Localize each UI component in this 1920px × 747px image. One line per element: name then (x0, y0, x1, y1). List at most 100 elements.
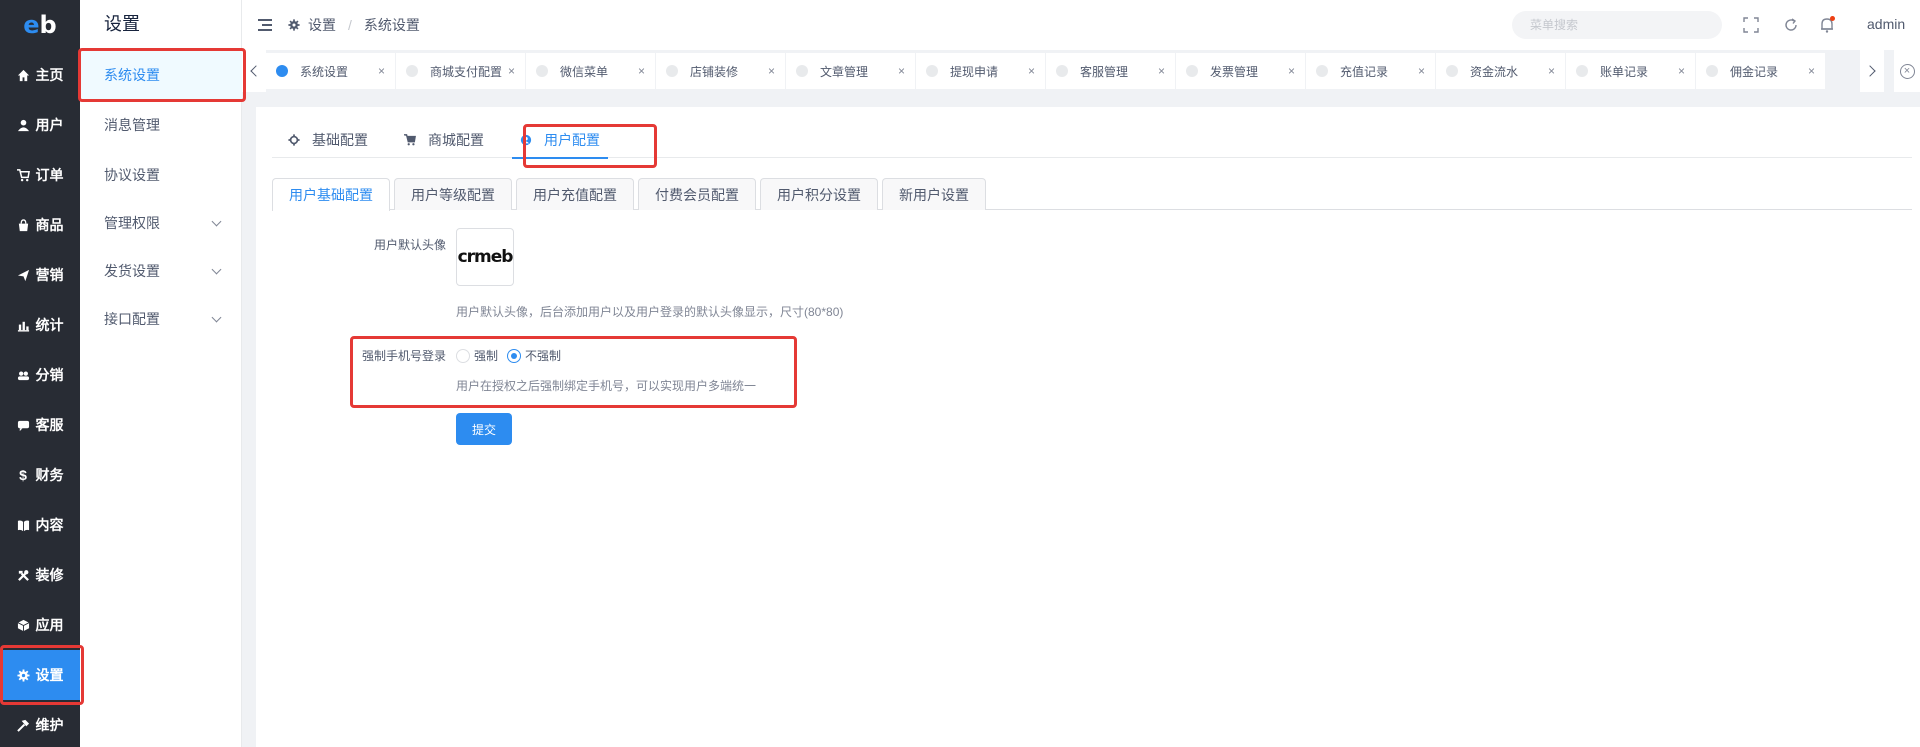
submenu-title: 设置 (104, 14, 140, 34)
gear-icon (288, 134, 300, 146)
tab-invoices[interactable]: 发票管理 × (1176, 53, 1306, 89)
nav-item-maintain[interactable]: 维护 (0, 700, 80, 747)
radio-not-force[interactable]: 不强制 (507, 347, 561, 364)
tab-status-dot (1316, 65, 1328, 77)
logo[interactable]: eb (0, 0, 80, 50)
people-icon (17, 371, 29, 380)
nav-item-goods[interactable]: 商品 (0, 200, 80, 250)
tab-user-config[interactable]: 用户配置 (504, 122, 616, 159)
tab-withdraw[interactable]: 提现申请 × (916, 53, 1046, 89)
subtab-user-basic[interactable]: 用户基础配置 (272, 178, 390, 211)
tab-label: 商城配置 (428, 132, 484, 148)
tab-service-admin[interactable]: 客服管理 × (1046, 53, 1176, 89)
app-root: eb 主页 用户 订单 商品 营销 统计 分销 客服 $ 财务 内容 装修 应用… (0, 0, 1920, 747)
close-icon[interactable]: × (1678, 64, 1685, 78)
cart-icon (16, 168, 30, 181)
nav-item-content[interactable]: 内容 (0, 500, 80, 550)
close-icon[interactable]: × (1548, 64, 1555, 78)
top-header: 设置 / 系统设置 菜单搜索 admin (242, 0, 1920, 50)
submenu-item-permissions[interactable]: 管理权限 (80, 199, 242, 247)
close-icon[interactable]: × (1158, 64, 1165, 78)
open-tabs: 系统设置 × 商城支付配置 × 微信菜单 × 店铺装修 × 文章管理 × 提现申请 × 客服… (266, 53, 1826, 89)
nav-item-distribution[interactable]: 分销 (0, 350, 80, 400)
menu-fold-icon[interactable] (258, 19, 272, 31)
tab-wechat-menu[interactable]: 微信菜单 × (526, 53, 656, 89)
submit-button[interactable]: 提交 (456, 413, 512, 445)
close-icon[interactable]: × (378, 64, 385, 78)
tab-label: 佣金记录 (1730, 64, 1779, 79)
nav-item-home[interactable]: 主页 (0, 50, 80, 100)
close-icon[interactable]: × (1418, 64, 1425, 78)
tabs-next-button[interactable] (1860, 50, 1884, 92)
nav-item-marketing[interactable]: 营销 (0, 250, 80, 300)
close-icon[interactable]: × (1808, 64, 1815, 78)
tab-bills[interactable]: 账单记录 × (1566, 53, 1696, 89)
close-icon[interactable]: × (1288, 64, 1295, 78)
nav-item-user[interactable]: 用户 (0, 100, 80, 150)
submenu-item-label: 发货设置 (104, 263, 160, 279)
nav-item-stats[interactable]: 统计 (0, 300, 80, 350)
config-tabs: 基础配置 商城配置 用户配置 (272, 122, 1912, 159)
tab-commission[interactable]: 佣金记录 × (1696, 53, 1826, 89)
tabs-prev-button[interactable] (242, 50, 266, 92)
bar-chart-icon (17, 321, 29, 332)
tab-mall-config[interactable]: 商城配置 (388, 122, 500, 158)
logo-e: e (23, 11, 40, 39)
breadcrumb-item[interactable]: 设置 (308, 15, 336, 35)
shop-icon (18, 218, 28, 231)
breadcrumb-item: 系统设置 (363, 17, 420, 33)
subtab-user-level[interactable]: 用户等级配置 (394, 178, 512, 210)
tab-label: 文章管理 (820, 64, 869, 79)
submenu-item-api[interactable]: 接口配置 (80, 295, 242, 343)
tab-recharge[interactable]: 充值记录 × (1306, 53, 1436, 89)
tab-system-settings[interactable]: 系统设置 × (266, 53, 396, 89)
nav-item-decor[interactable]: 装修 (0, 550, 80, 600)
tab-store-decor[interactable]: 店铺装修 × (656, 53, 786, 89)
submenu-item-label: 系统设置 (104, 67, 160, 83)
close-icon[interactable]: × (768, 64, 775, 78)
tab-payment-config[interactable]: 商城支付配置 × (396, 53, 526, 89)
submenu-item-label: 协议设置 (104, 167, 160, 183)
tab-status-dot (926, 65, 938, 77)
tab-label: 用户配置 (544, 132, 600, 148)
subtab-new-user[interactable]: 新用户设置 (882, 178, 986, 210)
tab-status-dot (1446, 65, 1458, 77)
submenu-item-label: 消息管理 (104, 117, 160, 133)
radio-label: 不强制 (525, 349, 562, 363)
gear-icon (288, 19, 300, 31)
radio-force[interactable]: 强制 (456, 347, 498, 364)
fullscreen-icon[interactable] (1742, 16, 1760, 34)
submenu-item-system-settings[interactable]: 系统设置 (80, 51, 242, 99)
nav-item-service[interactable]: 客服 (0, 400, 80, 450)
user-name[interactable]: admin (1867, 16, 1905, 32)
subtab-paid-member[interactable]: 付费会员配置 (638, 178, 756, 210)
tab-cashflow[interactable]: 资金流水 × (1436, 53, 1566, 89)
submenu-item-message[interactable]: 消息管理 (80, 101, 242, 149)
close-all-tabs-button[interactable]: × (1894, 50, 1920, 92)
force-phone-label: 强制手机号登录 (361, 349, 446, 363)
nav-item-order[interactable]: 订单 (0, 150, 80, 200)
close-icon[interactable]: × (898, 64, 905, 78)
tab-basic-config[interactable]: 基础配置 (272, 122, 384, 158)
nav-item-apps[interactable]: 应用 (0, 600, 80, 650)
refresh-icon[interactable] (1782, 16, 1800, 34)
tab-label: 账单记录 (1600, 64, 1649, 79)
nav-label: 应用 (35, 617, 64, 633)
tab-articles[interactable]: 文章管理 × (786, 53, 916, 89)
close-icon[interactable]: × (638, 64, 645, 78)
nav-item-settings[interactable]: 设置 (0, 650, 80, 700)
nav-item-finance[interactable]: $ 财务 (0, 450, 80, 500)
content-card: 基础配置 商城配置 用户配置 用户基础配置 用户等级配置 用户充值配置 付费会员… (256, 107, 1920, 747)
submenu-item-shipping[interactable]: 发货设置 (80, 247, 242, 295)
subtab-user-recharge[interactable]: 用户充值配置 (516, 178, 634, 210)
bell-icon[interactable] (1818, 16, 1836, 34)
tab-status-dot (406, 65, 418, 77)
close-icon[interactable]: × (1028, 64, 1035, 78)
home-icon (17, 69, 29, 81)
menu-search-input[interactable]: 菜单搜索 (1512, 11, 1722, 39)
cart-icon (404, 134, 416, 146)
close-icon[interactable]: × (508, 64, 515, 78)
submenu-item-agreement[interactable]: 协议设置 (80, 151, 242, 199)
subtab-user-points[interactable]: 用户积分设置 (760, 178, 878, 210)
default-avatar-upload[interactable]: crmeb (456, 228, 514, 286)
